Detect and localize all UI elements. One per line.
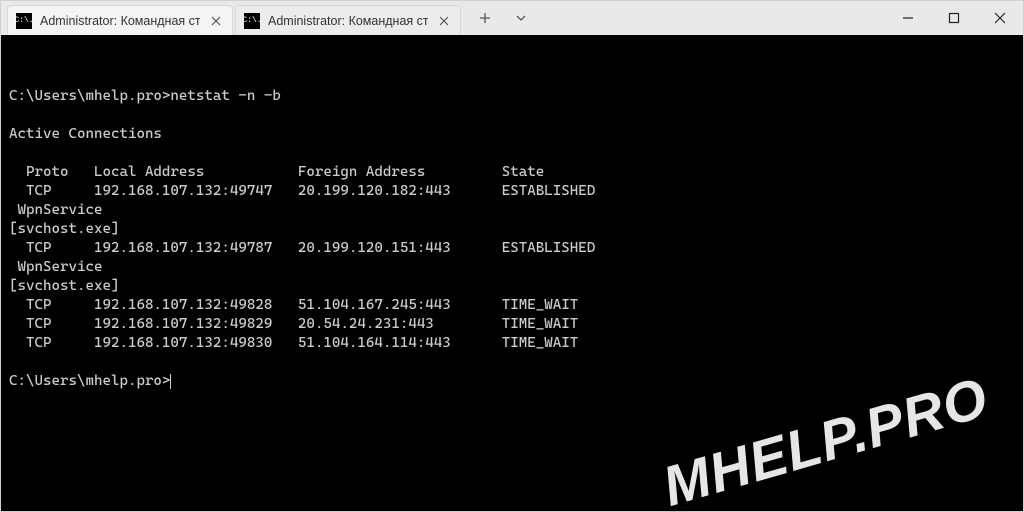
tab-title: Administrator: Командная стро <box>268 14 428 28</box>
titlebar: C:\. Administrator: Командная стро C:\. … <box>1 1 1023 35</box>
tab-2[interactable]: C:\. Administrator: Командная стро <box>235 5 461 35</box>
cmd-icon: C:\. <box>244 13 260 29</box>
window-root: C:\. Administrator: Командная стро C:\. … <box>0 0 1024 512</box>
maximize-button[interactable] <box>931 1 977 35</box>
window-controls <box>885 1 1023 35</box>
cursor <box>170 374 171 389</box>
terminal-line <box>9 353 1015 372</box>
tab-dropdown-button[interactable] <box>507 4 535 32</box>
terminal-line: TCP 192.168.107.132:49828 51.104.167.245… <box>9 296 1015 315</box>
terminal-line: TCP 192.168.107.132:49787 20.199.120.151… <box>9 239 1015 258</box>
tab-strip: C:\. Administrator: Командная стро C:\. … <box>1 1 461 35</box>
tab-1[interactable]: C:\. Administrator: Командная стро <box>7 5 233 35</box>
titlebar-spacer <box>535 1 885 35</box>
terminal-line: [svchost.exe] <box>9 277 1015 296</box>
terminal-area[interactable]: C:\Users\mhelp.pro>netstat -n -b Active … <box>1 35 1023 511</box>
terminal-line: WpnService <box>9 258 1015 277</box>
terminal-line: [svchost.exe] <box>9 220 1015 239</box>
terminal-line <box>9 106 1015 125</box>
new-tab-button[interactable] <box>471 4 499 32</box>
terminal-line: TCP 192.168.107.132:49747 20.199.120.182… <box>9 182 1015 201</box>
close-tab-button[interactable] <box>436 13 452 29</box>
minimize-button[interactable] <box>885 1 931 35</box>
close-window-button[interactable] <box>977 1 1023 35</box>
terminal-line: Active Connections <box>9 125 1015 144</box>
terminal-output: C:\Users\mhelp.pro>netstat -n -b Active … <box>9 87 1015 391</box>
cmd-icon: C:\. <box>16 13 32 29</box>
tab-actions <box>461 1 535 35</box>
close-tab-button[interactable] <box>208 13 224 29</box>
terminal-line: Proto Local Address Foreign Address Stat… <box>9 163 1015 182</box>
tab-title: Administrator: Командная стро <box>40 14 200 28</box>
terminal-prompt: C:\Users\mhelp.pro> <box>9 372 1015 391</box>
terminal-line <box>9 144 1015 163</box>
terminal-line: C:\Users\mhelp.pro>netstat -n -b <box>9 87 1015 106</box>
watermark-text: MHELP.PRO <box>662 386 989 497</box>
terminal-line: TCP 192.168.107.132:49829 20.54.24.231:4… <box>9 315 1015 334</box>
terminal-line: WpnService <box>9 201 1015 220</box>
terminal-line: TCP 192.168.107.132:49830 51.104.164.114… <box>9 334 1015 353</box>
